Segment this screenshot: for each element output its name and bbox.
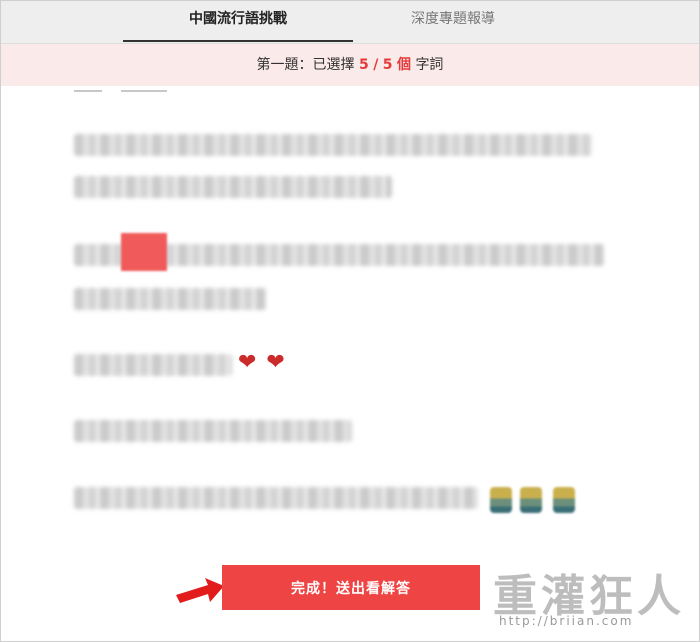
emoji-face-icon [520, 487, 542, 513]
site-watermark-logo: 重灌狂人 http://briian.com [493, 560, 693, 640]
status-suffix: 字詞 [415, 57, 444, 73]
truncated-text-line [121, 90, 167, 92]
blurred-text-line [74, 134, 592, 156]
page-frame [0, 0, 700, 642]
emoji-face-icon [490, 487, 512, 513]
blurred-text-line [74, 354, 232, 376]
total-count: 5 [382, 57, 393, 73]
count-unit: 個 [396, 57, 411, 73]
red-arrow-icon [176, 578, 224, 603]
selected-word-highlight[interactable] [121, 233, 167, 271]
tab-label: 深度專題報導 [411, 11, 495, 27]
selected-count: 5 [359, 57, 369, 73]
tab-label: 中國流行語挑戰 [189, 11, 287, 27]
active-tab-underline [123, 40, 353, 42]
tab-bar: 中國流行語挑戰 深度專題報導 [0, 0, 700, 44]
selection-status-bar: 第一題：已選擇 5 / 5 個 字詞 [0, 44, 700, 86]
watermark-url: http://briian.com [499, 614, 634, 628]
status-prefix: 第一題：已選擇 [256, 57, 355, 73]
blurred-text-line [74, 487, 478, 509]
submit-see-answers-button[interactable]: 完成！送出看解答 [222, 565, 480, 610]
blurred-text-line [74, 420, 352, 442]
blurred-text-line [74, 288, 266, 310]
count-separator: / [373, 57, 379, 73]
tab-china-buzzword-challenge[interactable]: 中國流行語挑戰 [123, 0, 353, 43]
tab-in-depth-report[interactable]: 深度專題報導 [338, 0, 568, 43]
truncated-text-line [74, 90, 102, 92]
heart-emoji-icon: ❤❤ [238, 350, 295, 375]
emoji-face-icon [553, 487, 575, 513]
blurred-text-line [74, 176, 392, 198]
